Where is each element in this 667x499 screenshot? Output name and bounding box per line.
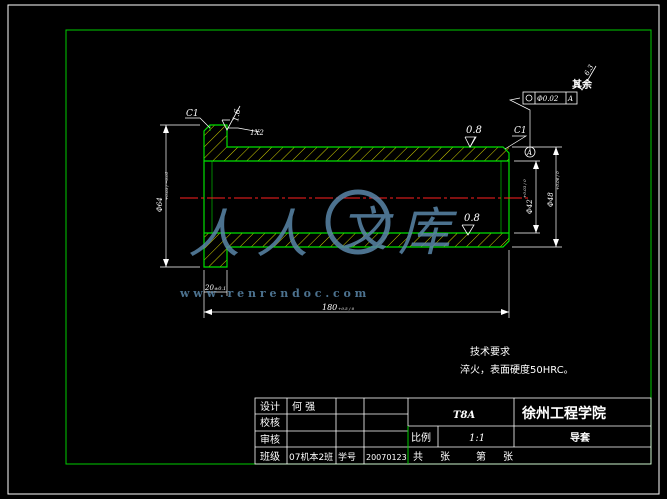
tolerance-datum: A (567, 95, 573, 103)
dim-left-dia: Φ64 (156, 197, 164, 212)
school-name: 徐州工程学院 (521, 405, 606, 422)
datum-label: A (526, 149, 532, 157)
notes-line1: 淬火，表面硬度50HRC。 (460, 363, 574, 376)
dim-right-dia-tol: +0.06 / 0 (555, 171, 560, 190)
small-chamfer-label: 1X2 (250, 129, 264, 137)
watermark-char-4: 库 (398, 203, 458, 263)
remaining-finish: 其余 (572, 78, 593, 91)
page-label: 第 (476, 450, 486, 463)
dim-left-dia-tol: +0.03 / −0.01 (164, 172, 169, 200)
dim-length-tol: +0.5 / 0 (338, 306, 355, 311)
total-label: 共 (413, 451, 423, 463)
design-value: 何 强 (292, 400, 315, 413)
cad-drawing-viewport: C1 C1 1.6 0.8 0.8 1X2 Φ64 +0.03 / −0.01 … (0, 0, 667, 499)
dim-length: 180 (322, 303, 337, 312)
watermark-char-3: 文 (340, 202, 394, 258)
class-value: 07机本2班 (289, 451, 333, 463)
roughness-inner: 0.8 (464, 213, 480, 224)
sheet-unit: 张 (440, 451, 450, 463)
upper-sleeve-hatch (227, 147, 509, 161)
drawing-sheet: C1 C1 1.6 0.8 0.8 1X2 Φ64 +0.03 / −0.01 … (7, 4, 660, 495)
part-name: 导套 (570, 431, 591, 444)
page-unit: 张 (503, 451, 513, 463)
roughness-top-left: 1.6 (231, 108, 242, 122)
remaining-finish-value: 6.3 (583, 63, 596, 77)
chamfer-right-label: C1 (514, 126, 527, 136)
review-label: 审核 (260, 433, 280, 446)
notes-title: 技术要求 (470, 345, 510, 358)
design-label: 设计 (260, 400, 280, 413)
upper-wall-hatch (204, 125, 227, 161)
student-id-value: 20070123 (366, 453, 407, 462)
dim-right-dia: Φ48 (547, 192, 555, 207)
tolerance-value: Φ0.02 (537, 95, 559, 103)
student-id-label: 学号 (338, 451, 356, 463)
scale-value: 1:1 (469, 433, 485, 444)
watermark-url: w w w . r e n r e n d o c . c o m (179, 287, 367, 300)
check-label: 校核 (260, 416, 280, 429)
roughness-top-right: 0.8 (466, 125, 482, 136)
class-label: 班级 (260, 451, 280, 463)
watermark-char-1: 人 (188, 205, 240, 265)
chamfer-left-label: C1 (186, 109, 199, 119)
dim-inner-dia-tol: +0.03 / 0 (522, 179, 527, 198)
dim-inner-dia: Φ42 (526, 199, 534, 214)
scale-label: 比例 (411, 431, 431, 444)
material: T8A (453, 410, 475, 421)
watermark-char-2: 人 (256, 205, 308, 265)
